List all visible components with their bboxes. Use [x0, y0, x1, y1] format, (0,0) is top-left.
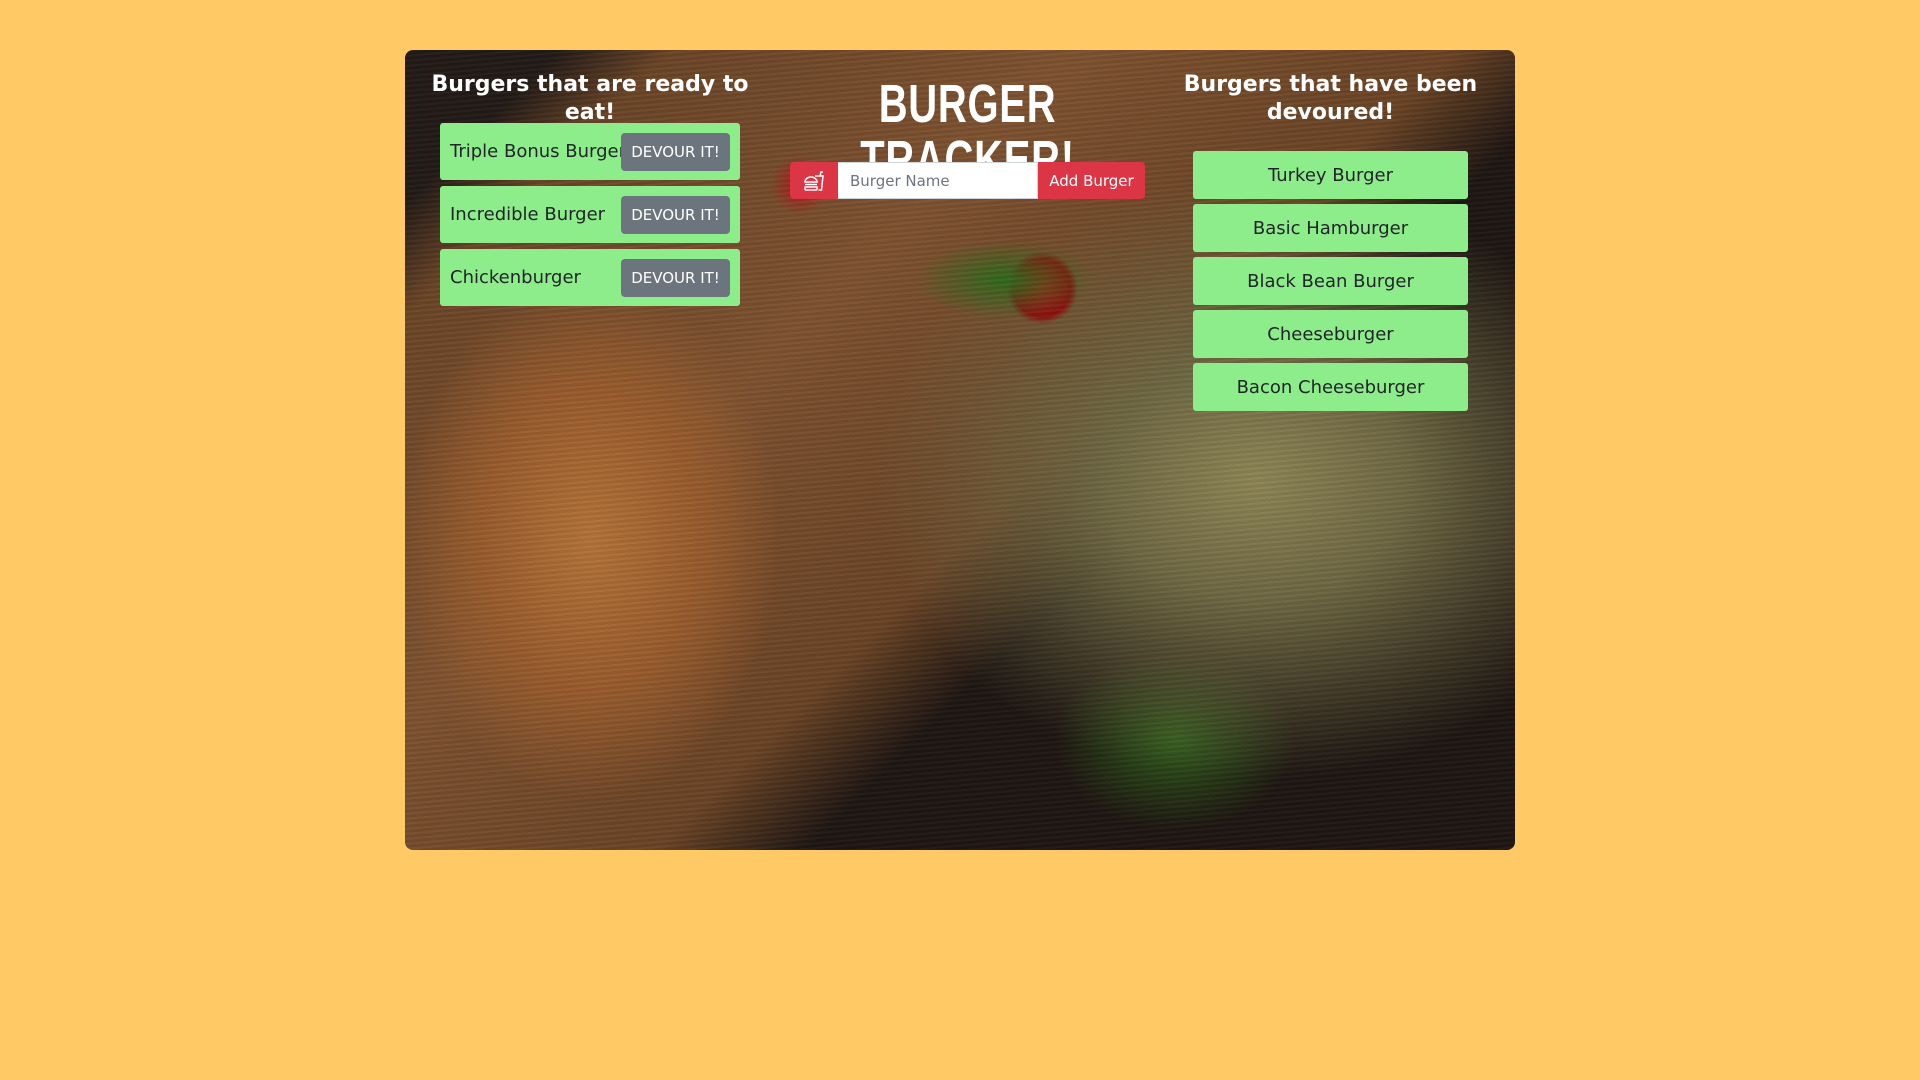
- burger-name: Incredible Burger: [450, 204, 606, 225]
- devoured-item: Bacon Cheeseburger: [1193, 363, 1468, 411]
- burger-name: Chickenburger: [450, 267, 581, 288]
- devoured-item: Basic Hamburger: [1193, 204, 1468, 252]
- ready-item: Triple Bonus Burger DEVOUR IT!: [440, 123, 740, 180]
- burger-name-input[interactable]: [838, 162, 1038, 199]
- ready-item: Chickenburger DEVOUR IT!: [440, 249, 740, 306]
- add-burger-button[interactable]: Add Burger: [1038, 162, 1145, 199]
- devoured-heading: Burgers that have been devoured!: [1183, 72, 1478, 125]
- devour-button[interactable]: DEVOUR IT!: [621, 196, 730, 234]
- ready-list: Triple Bonus Burger DEVOUR IT! Incredibl…: [440, 123, 740, 312]
- devour-button[interactable]: DEVOUR IT!: [621, 259, 730, 297]
- ready-heading: Burgers that are ready to eat!: [431, 72, 749, 125]
- devour-button[interactable]: DEVOUR IT!: [621, 133, 730, 171]
- devoured-item: Cheeseburger: [1193, 310, 1468, 358]
- devoured-item: Turkey Burger: [1193, 151, 1468, 199]
- ready-item: Incredible Burger DEVOUR IT!: [440, 186, 740, 243]
- devoured-item: Black Bean Burger: [1193, 257, 1468, 305]
- add-burger-form: Add Burger: [790, 162, 1145, 199]
- burger-soda-icon: [790, 162, 838, 199]
- burger-name: Triple Bonus Burger: [450, 141, 626, 162]
- devoured-list: Turkey Burger Basic Hamburger Black Bean…: [1193, 151, 1468, 416]
